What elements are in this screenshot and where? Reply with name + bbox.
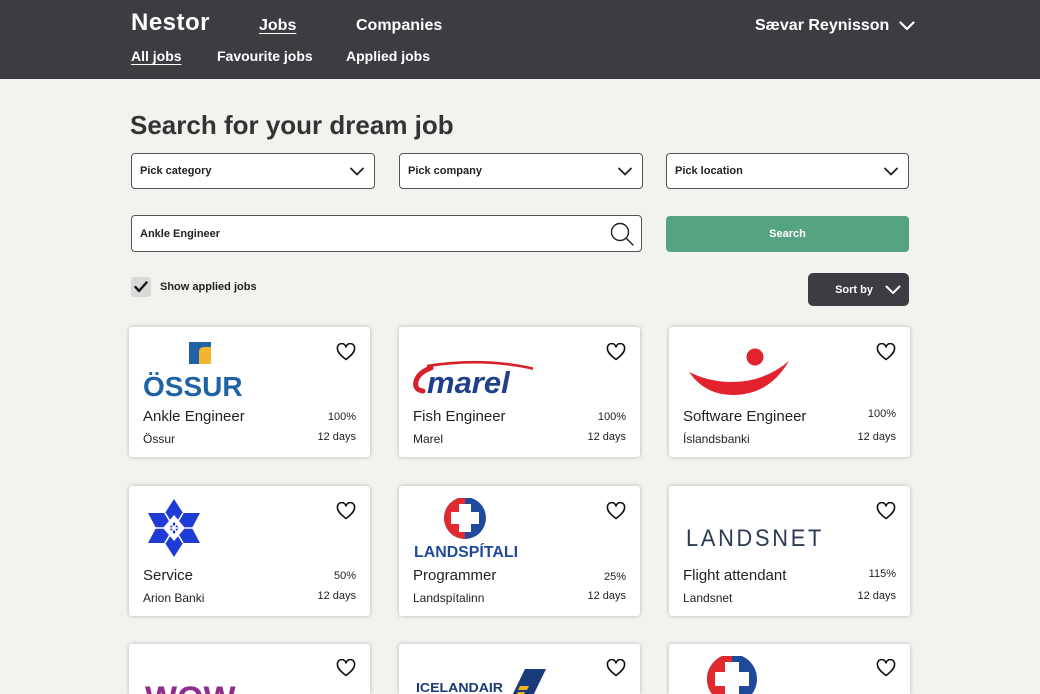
checkmark-icon [134, 281, 148, 293]
company-name: Marel [413, 432, 444, 446]
landspitali-logo [707, 656, 757, 694]
top-nav-bar: Nestor Jobs Companies Sævar Reynisson Al… [0, 0, 1040, 79]
company-name: Landsnet [683, 591, 733, 605]
svg-text:WOW: WOW [145, 680, 237, 694]
landspitali-logo: LANDSPÍTALI [414, 498, 518, 558]
sort-by-button[interactable]: Sort by [808, 273, 909, 306]
chevron-down-icon [618, 167, 632, 175]
subnav-all-jobs[interactable]: All jobs [131, 48, 182, 64]
arion-logo [148, 499, 200, 557]
search-box [131, 215, 642, 252]
svg-text:LANDSNET: LANDSNET [686, 525, 824, 552]
nav-companies[interactable]: Companies [356, 17, 442, 35]
job-card[interactable]: marel Fish Engineer Marel 100% 12 days [399, 327, 640, 457]
show-applied-toggle: Show applied jobs [131, 277, 257, 297]
heart-outline-icon[interactable] [606, 659, 626, 677]
heart-outline-icon[interactable] [336, 502, 356, 520]
category-dropdown[interactable]: Pick category [131, 153, 375, 189]
location-dropdown-label: Pick location [675, 165, 743, 177]
job-title: Service [143, 567, 194, 584]
svg-text:ÖSSUR: ÖSSUR [143, 371, 243, 399]
heart-outline-icon[interactable] [606, 343, 626, 361]
job-title: Flight attendant [683, 567, 787, 584]
svg-text:LANDSPÍTALI: LANDSPÍTALI [414, 542, 518, 558]
posted-days: 12 days [317, 590, 356, 602]
show-applied-label: Show applied jobs [160, 281, 257, 293]
job-card[interactable]: LANDSPÍTALI Programmer Landspítalinn 25%… [399, 486, 640, 616]
job-title: Programmer [413, 567, 497, 584]
posted-days: 12 days [317, 431, 356, 443]
heart-outline-icon[interactable] [336, 659, 356, 677]
category-dropdown-label: Pick category [140, 165, 212, 177]
company-name: Arion Banki [143, 591, 205, 605]
job-title: Software Engineer [683, 408, 807, 425]
posted-days: 12 days [587, 431, 626, 443]
job-card[interactable] [669, 644, 910, 694]
job-percentage: 100% [327, 411, 356, 423]
job-card[interactable]: WOW [129, 644, 370, 694]
user-name: Sævar Reynisson [755, 17, 890, 34]
landsnet-logo: LANDSNET [686, 525, 824, 552]
job-card[interactable]: Software Engineer Íslandsbanki 100% 12 d… [669, 327, 910, 457]
nav-jobs[interactable]: Jobs [259, 17, 296, 35]
sort-by-label: Sort by [835, 283, 873, 296]
user-menu[interactable]: Sævar Reynisson [755, 17, 915, 35]
job-title: Ankle Engineer [143, 408, 245, 425]
ossur-logo: ÖSSUR [143, 342, 243, 399]
job-card[interactable]: ICELANDAIR [399, 644, 640, 694]
show-applied-checkbox[interactable] [131, 277, 151, 297]
brand-logo[interactable]: Nestor [131, 9, 210, 37]
company-dropdown-label: Pick company [408, 165, 482, 177]
marel-logo: marel [413, 360, 533, 399]
job-percentage: 100% [867, 408, 896, 420]
chevron-down-icon [885, 285, 901, 294]
job-title: Fish Engineer [413, 408, 506, 425]
location-dropdown[interactable]: Pick location [666, 153, 909, 189]
job-card[interactable]: LANDSNET Flight attendant Landsnet 115% … [669, 486, 910, 616]
heart-outline-icon[interactable] [336, 343, 356, 361]
posted-days: 12 days [857, 590, 896, 602]
islandsbanki-logo [689, 348, 789, 395]
heart-outline-icon[interactable] [606, 502, 626, 520]
posted-days: 12 days [857, 431, 896, 443]
job-percentage: 50% [333, 570, 356, 582]
posted-days: 12 days [587, 590, 626, 602]
job-card[interactable]: ÖSSUR Ankle Engineer Össur 100% 12 days [129, 327, 370, 457]
svg-text:ICELANDAIR: ICELANDAIR [416, 680, 504, 694]
job-percentage: 115% [868, 568, 896, 580]
company-dropdown[interactable]: Pick company [399, 153, 643, 189]
subnav-applied-jobs[interactable]: Applied jobs [346, 48, 430, 64]
subnav-favourite-jobs[interactable]: Favourite jobs [217, 48, 313, 64]
job-percentage: 25% [603, 571, 626, 583]
wow-logo: WOW [145, 680, 237, 694]
page-title: Search for your dream job [130, 110, 454, 140]
search-input[interactable] [140, 227, 580, 240]
heart-outline-icon[interactable] [876, 343, 896, 361]
chevron-down-icon [350, 167, 364, 175]
job-card[interactable]: Service Arion Banki 50% 12 days [129, 486, 370, 616]
company-name: Össur [143, 432, 176, 446]
heart-outline-icon[interactable] [876, 659, 896, 677]
svg-text:marel: marel [427, 365, 511, 399]
company-name: Landspítalinn [413, 591, 485, 605]
chevron-down-icon [884, 167, 898, 175]
job-percentage: 100% [597, 411, 626, 423]
search-icon[interactable] [609, 221, 635, 247]
icelandair-logo: ICELANDAIR [416, 669, 546, 694]
search-button[interactable]: Search [666, 216, 909, 252]
heart-outline-icon[interactable] [876, 502, 896, 520]
company-name: Íslandsbanki [683, 432, 750, 446]
chevron-down-icon [899, 21, 915, 31]
